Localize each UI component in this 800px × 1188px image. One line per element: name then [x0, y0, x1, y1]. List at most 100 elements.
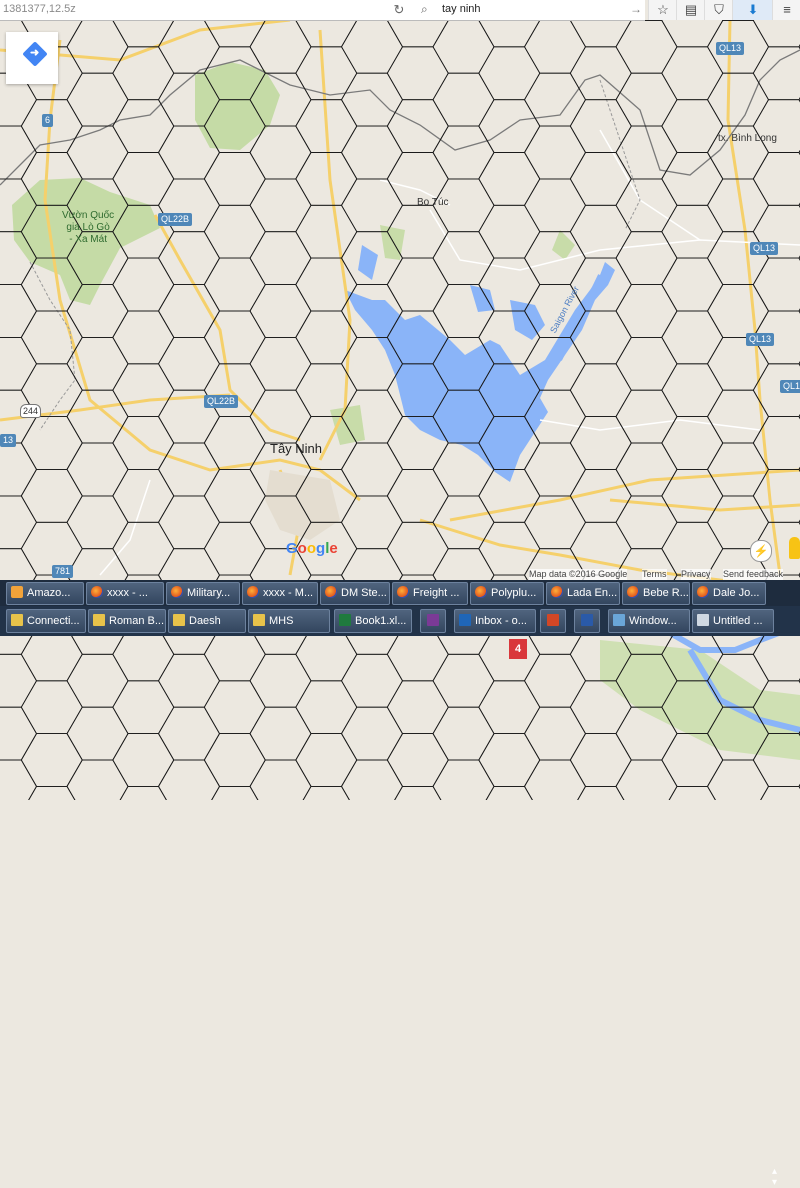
menu-icon[interactable]: ≡ [772, 0, 800, 20]
taskbar-button-firefox[interactable]: Lada En... [546, 582, 620, 605]
taskbar-button-firefox[interactable]: Freight ... [392, 582, 468, 605]
firefox-icon [325, 586, 337, 598]
taskbar-label: Dale Jo... [713, 587, 760, 599]
taskbar-scroll-icon[interactable]: ▴ ▾ [772, 1166, 777, 1188]
place-label-tay-ninh: Tây Ninh [270, 441, 323, 456]
road-shield-ql13: QL13 [750, 242, 779, 255]
firefox-icon [627, 586, 639, 598]
taskbar-label: Book1.xl... [355, 615, 407, 627]
windows-icon [613, 614, 625, 626]
folder-icon [11, 614, 23, 626]
taskbar-button-firefox[interactable]: DM Ste... [320, 582, 390, 605]
map-canvas[interactable] [0, 0, 800, 800]
taskbar-button-onenote[interactable] [420, 609, 446, 633]
park-label: Vườn Quốc gia Lò Gò - Xa Mát [62, 210, 115, 245]
folder-icon [173, 614, 185, 626]
powerpoint-icon [547, 614, 559, 626]
road-shield-ql13: QL13 [716, 42, 745, 55]
google-logo-o1: o [297, 540, 307, 557]
address-bar[interactable]: 1381377,12.5z ↻ [0, 0, 416, 21]
search-icon: ⌕ [421, 2, 428, 16]
firefox-icon [247, 586, 259, 598]
taskbar-button-firefox[interactable]: xxxx - ... [86, 582, 164, 605]
firefox-icon [397, 586, 409, 598]
road-shield-ql22b: QL22B [204, 395, 239, 408]
road-shield-13: 13 [0, 434, 17, 447]
taskbar-button-firefox[interactable]: Polyplu... [470, 582, 544, 605]
send-feedback-link[interactable]: Send feedback [723, 569, 784, 580]
taskbar-row-2: Connecti... Roman B... Daesh MHS Book1.x… [0, 606, 800, 636]
taskbar-label: Connecti... [27, 615, 80, 627]
notepad-icon [697, 614, 709, 626]
amazon-icon [11, 586, 23, 598]
google-logo-o2: o [306, 540, 317, 557]
taskbar-button-word[interactable] [574, 609, 600, 633]
taskbar-label: DM Ste... [341, 587, 387, 599]
taskbar-button-folder[interactable]: MHS [248, 609, 330, 633]
road-shield-6: 6 [42, 114, 54, 127]
directions-arrow-icon: ➜ [30, 47, 40, 59]
firefox-icon [171, 586, 183, 598]
outlook-icon [459, 614, 471, 626]
road-shield-ql22b: QL22B [158, 213, 193, 226]
taskbar-button-window[interactable]: Window... [608, 609, 690, 633]
search-box[interactable]: ⌕ tay ninh → [415, 0, 645, 21]
terms-link[interactable]: Terms [642, 569, 667, 580]
google-logo: Google [286, 540, 338, 557]
taskbar-label: Window... [629, 615, 677, 627]
taskbar-button-excel[interactable]: Book1.xl... [334, 609, 412, 633]
bookmarks-icon[interactable]: ▤ [676, 0, 705, 20]
road-shield-781: 781 [52, 565, 74, 578]
word-icon [581, 614, 593, 626]
pegman-icon[interactable] [789, 537, 800, 559]
taskbar-label: Untitled ... [713, 615, 763, 627]
taskbar-label: MHS [269, 615, 294, 627]
google-logo-e: e [329, 540, 338, 557]
taskbar-button-firefox[interactable]: Dale Jo... [692, 582, 766, 605]
firefox-icon [91, 586, 103, 598]
star-icon[interactable]: ☆ [648, 0, 677, 20]
taskbar-button-folder[interactable]: Roman B... [88, 609, 166, 633]
road-shield-244: 244 [20, 404, 42, 418]
taskbar-button-notepad[interactable]: Untitled ... [692, 609, 774, 633]
taskbar-button-amazon[interactable]: Amazo... [6, 582, 84, 605]
road-shield-ql13: QL13 [746, 333, 775, 346]
firefox-icon [551, 586, 563, 598]
firefox-icon [475, 586, 487, 598]
taskbar-label: Freight ... [413, 587, 460, 599]
folder-icon [253, 614, 265, 626]
google-logo-g: G [286, 540, 298, 557]
google-logo-g2: g [316, 540, 326, 557]
taskbar-label: Polyplu... [491, 587, 537, 599]
taskbar-label: Bebe R... [643, 587, 689, 599]
taskbar-label: Daesh [189, 615, 221, 627]
privacy-link[interactable]: Privacy [681, 569, 711, 580]
no-signal-icon[interactable]: ⚡ [750, 540, 772, 562]
place-label-binh-long: tx. Bình Long [718, 133, 777, 144]
pocket-icon[interactable]: ⛉ [704, 0, 733, 20]
taskbar-button-folder[interactable]: Connecti... [6, 609, 86, 633]
taskbar-button-powerpoint[interactable] [540, 609, 566, 633]
taskbar-button-firefox[interactable]: xxxx - M... [242, 582, 318, 605]
taskbar-button-firefox[interactable]: Military... [166, 582, 240, 605]
go-arrow-icon[interactable]: → [630, 2, 642, 16]
onenote-icon [427, 614, 439, 626]
folder-icon [93, 614, 105, 626]
map-data-attribution: Map data ©2016 Google [529, 569, 628, 580]
search-input[interactable]: tay ninh [442, 3, 481, 15]
map-marker[interactable]: 4 [509, 639, 527, 659]
excel-icon [339, 614, 351, 626]
taskbar-label: Amazo... [27, 587, 71, 599]
taskbar-button-firefox[interactable]: Bebe R... [622, 582, 690, 605]
reload-icon[interactable]: ↻ [389, 1, 409, 19]
taskbar-label: Military... [187, 587, 231, 599]
taskbar-label: Roman B... [109, 615, 165, 627]
taskbar-label: xxxx - M... [263, 587, 314, 599]
firefox-icon [697, 586, 709, 598]
taskbar-button-folder[interactable]: Daesh [168, 609, 246, 633]
directions-button[interactable]: ➜ [6, 32, 58, 84]
download-icon[interactable]: ⬇ [732, 0, 773, 20]
taskbar-button-outlook[interactable]: Inbox - o... [454, 609, 536, 633]
taskbar-label: xxxx - ... [107, 587, 148, 599]
taskbar-label: Lada En... [567, 587, 618, 599]
